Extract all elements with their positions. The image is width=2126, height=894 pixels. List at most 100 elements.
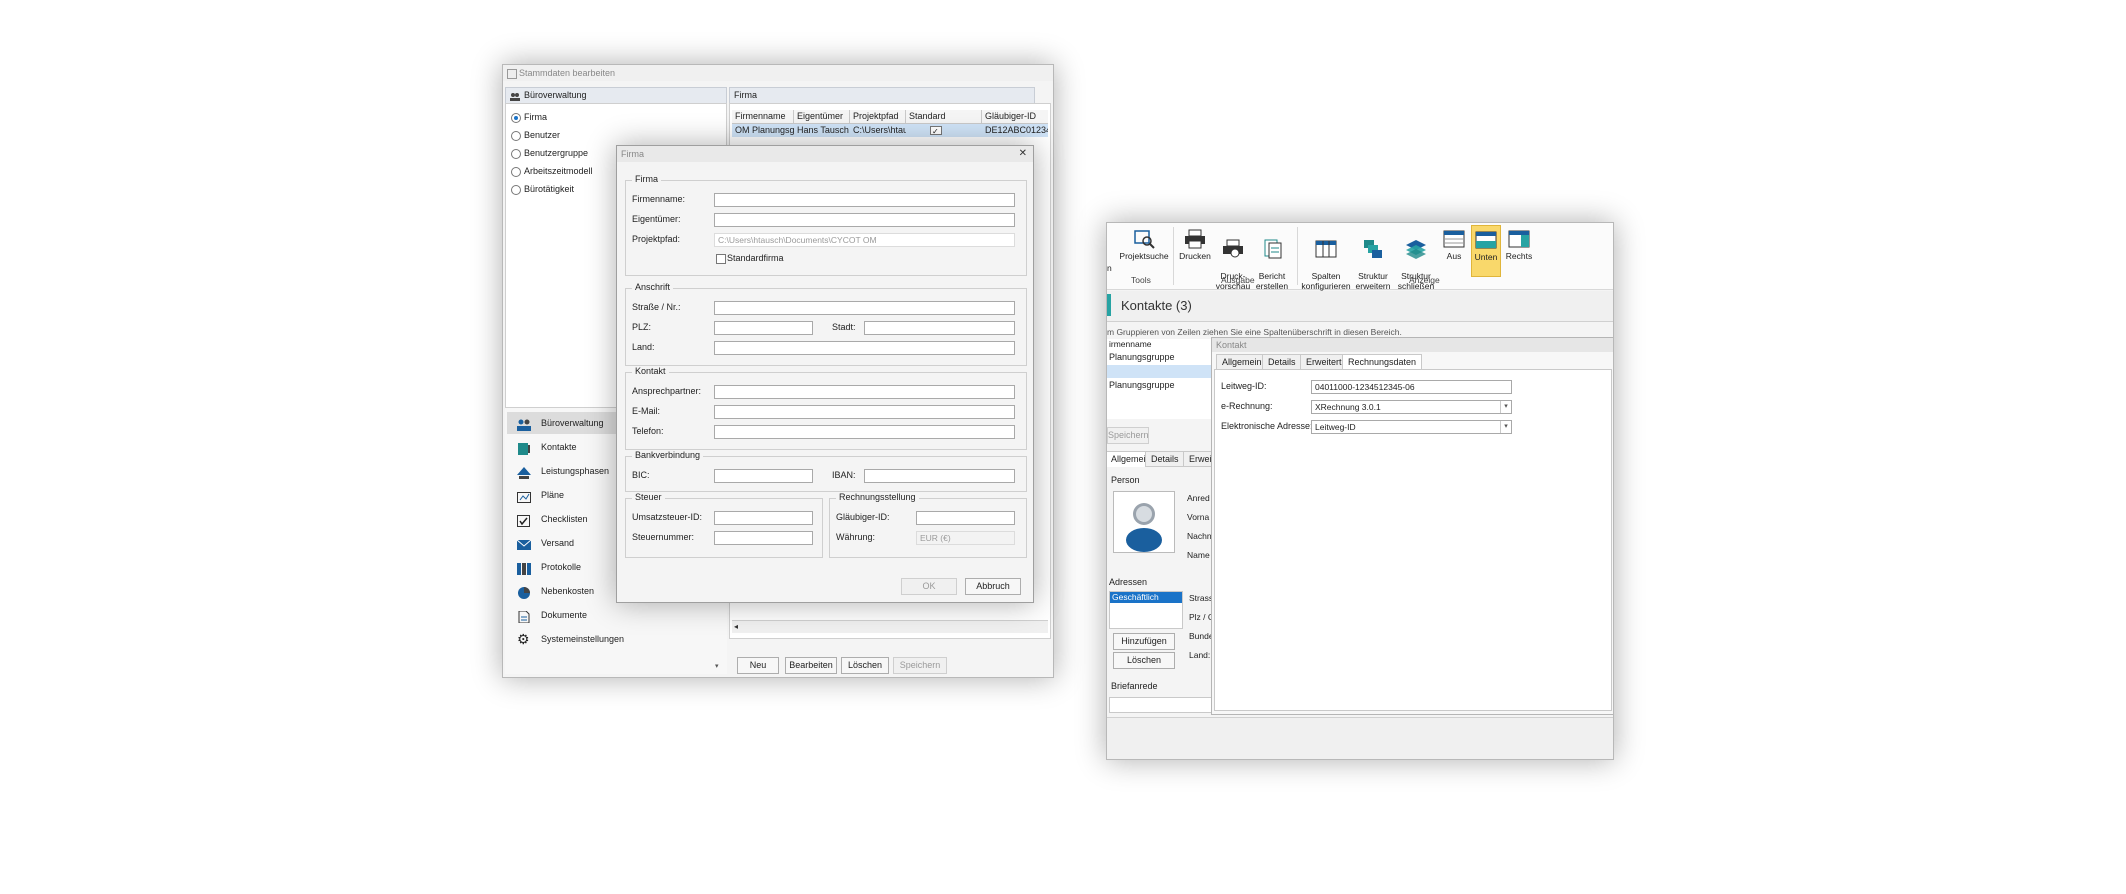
ribbon-label: Spalten konfigurieren bbox=[1301, 271, 1351, 291]
nav-item-dokumente[interactable]: Dokumente bbox=[507, 604, 725, 626]
window-title: Stammdaten bearbeiten bbox=[503, 65, 1053, 81]
elektronische-adresse-select[interactable]: Leitweg-ID ▾ bbox=[1311, 420, 1512, 434]
struktur-erweitern-button[interactable]: Struktur erweitern bbox=[1353, 223, 1393, 291]
table-header: Firmenname Eigentümer Projektpfad Standa… bbox=[732, 110, 1048, 124]
nav-overflow-arrow-icon[interactable]: ▾ bbox=[715, 662, 719, 670]
plans-icon bbox=[517, 489, 531, 503]
people-icon bbox=[517, 417, 531, 431]
nav-item-systemeinstellungen[interactable]: ⚙ Systemeinstellungen bbox=[507, 628, 725, 650]
close-icon[interactable]: ✕ bbox=[1019, 148, 1027, 159]
iban-input[interactable] bbox=[864, 469, 1015, 483]
waehrung-select[interactable]: EUR (€) bbox=[916, 531, 1015, 545]
abbruch-button[interactable]: Abbruch bbox=[965, 578, 1021, 595]
drucken-button[interactable]: Drucken bbox=[1177, 223, 1213, 287]
document-icon bbox=[517, 609, 531, 624]
plz-input[interactable] bbox=[714, 321, 813, 335]
strasse-label: Straße / Nr.: bbox=[632, 302, 681, 312]
grid-header[interactable]: irmenname bbox=[1109, 339, 1152, 349]
kontakte-window: n Projektsuche Tools Drucken Druck- vors… bbox=[1106, 222, 1614, 760]
chevron-down-icon[interactable]: ▾ bbox=[1500, 421, 1511, 433]
bic-input[interactable] bbox=[714, 469, 813, 483]
group-steuer: Steuer Umsatzsteuer-ID: Steuernummer: bbox=[625, 492, 823, 558]
group-firma: Firma Firmenname: Eigentümer: Projektpfa… bbox=[625, 174, 1027, 276]
ribbon-label: Rechts bbox=[1505, 251, 1533, 261]
layout-aus-button[interactable]: Aus bbox=[1439, 223, 1469, 287]
table-row[interactable]: Planungsgruppe bbox=[1107, 379, 1213, 392]
bericht-erstellen-button[interactable]: Bericht erstellen bbox=[1253, 223, 1291, 291]
col-firmenname[interactable]: Firmenname bbox=[732, 110, 794, 123]
ribbon-group-anzeige: Anzeige bbox=[1409, 275, 1440, 285]
list-item[interactable]: Geschäftlich bbox=[1110, 592, 1182, 603]
telefon-input[interactable] bbox=[714, 425, 1015, 439]
dialog-title: Firma bbox=[617, 146, 1033, 162]
ok-button[interactable]: OK bbox=[901, 578, 957, 595]
chevron-down-icon[interactable]: ▾ bbox=[1500, 401, 1511, 413]
radio-firma[interactable]: Firma bbox=[510, 110, 547, 124]
tab-kontakt-rechnungsdaten[interactable]: Rechnungsdaten bbox=[1342, 354, 1423, 370]
email-label: E-Mail: bbox=[632, 406, 661, 416]
horizontal-scrollbar[interactable]: ◂ bbox=[732, 620, 1048, 633]
table-row[interactable]: Planungsgruppe bbox=[1107, 351, 1213, 364]
table-row[interactable]: OM Planungsg Hans Tausch C:\Users\htau ✓… bbox=[732, 124, 1048, 137]
projektpfad-input[interactable]: C:\Users\htausch\Documents\CYCOT OM bbox=[714, 233, 1015, 247]
standardfirma-label[interactable]: Standardfirma bbox=[727, 253, 784, 263]
leitweg-input[interactable]: 04011000-1234512345-06 bbox=[1311, 380, 1512, 394]
layout-unten-button[interactable]: Unten bbox=[1471, 225, 1501, 277]
ansprechpartner-input[interactable] bbox=[714, 385, 1015, 399]
layout-bottom-icon bbox=[1475, 230, 1497, 250]
briefanrede-input[interactable] bbox=[1109, 697, 1215, 713]
eigentuemer-input[interactable] bbox=[714, 213, 1015, 227]
briefanrede-label: Briefanrede bbox=[1111, 681, 1158, 691]
layout-rechts-button[interactable]: Rechts bbox=[1503, 223, 1535, 287]
radio-benutzer[interactable]: Benutzer bbox=[510, 128, 560, 142]
col-eigentuemer[interactable]: Eigentümer bbox=[794, 110, 850, 123]
scroll-left-icon[interactable]: ◂ bbox=[734, 622, 738, 631]
firmenname-input[interactable] bbox=[714, 193, 1015, 207]
cell-standard-checkbox[interactable]: ✓ bbox=[930, 126, 942, 135]
tab-kontakt-allgemein[interactable]: Allgemein bbox=[1216, 354, 1268, 370]
table-row[interactable] bbox=[1107, 365, 1211, 378]
save-button[interactable]: Speichern bbox=[893, 657, 947, 674]
steuernummer-label: Steuernummer: bbox=[632, 532, 695, 542]
tab-kontakt-erweitert[interactable]: Erweitert bbox=[1300, 354, 1348, 370]
tab-details[interactable]: Details bbox=[1145, 451, 1185, 467]
nav-label: Kontakte bbox=[541, 442, 577, 452]
add-address-button[interactable]: Hinzufügen bbox=[1113, 633, 1175, 650]
glaeubiger-input[interactable] bbox=[916, 511, 1015, 525]
col-standard[interactable]: Standard bbox=[906, 110, 982, 123]
ribbon-label: Projektsuche bbox=[1119, 251, 1169, 261]
ribbon-separator bbox=[1297, 227, 1298, 285]
tab-kontakt-details[interactable]: Details bbox=[1262, 354, 1302, 370]
land-input[interactable] bbox=[714, 341, 1015, 355]
delete-button[interactable]: Löschen bbox=[841, 657, 889, 674]
radio-benutzergruppe[interactable]: Benutzergruppe bbox=[510, 146, 588, 160]
title-accent-bar bbox=[1107, 294, 1111, 316]
ribbon-cutoff-label: n bbox=[1107, 263, 1112, 273]
person-field-label: Nachn bbox=[1187, 531, 1212, 541]
layout-right-icon bbox=[1508, 229, 1530, 249]
spalten-konfigurieren-button[interactable]: Spalten konfigurieren bbox=[1301, 223, 1351, 291]
stadt-input[interactable] bbox=[864, 321, 1015, 335]
edit-button[interactable]: Bearbeiten bbox=[785, 657, 837, 674]
email-input[interactable] bbox=[714, 405, 1015, 419]
erechnung-select[interactable]: XRechnung 3.0.1 ▾ bbox=[1311, 400, 1512, 414]
col-glaeubiger-id[interactable]: Gläubiger-ID bbox=[982, 110, 1048, 123]
radio-buerotaetigkeit[interactable]: Bürotätigkeit bbox=[510, 182, 574, 196]
cell-projektpfad: C:\Users\htau bbox=[853, 125, 906, 135]
standardfirma-checkbox[interactable] bbox=[716, 254, 726, 264]
strasse-input[interactable] bbox=[714, 301, 1015, 315]
radio-arbeitszeitmodell[interactable]: Arbeitszeitmodell bbox=[510, 164, 593, 178]
ust-input[interactable] bbox=[714, 511, 813, 525]
left-panel-header: Büroverwaltung bbox=[505, 87, 727, 104]
avatar[interactable] bbox=[1113, 491, 1175, 553]
nav-label: Nebenkosten bbox=[541, 586, 595, 596]
col-projektpfad[interactable]: Projektpfad bbox=[850, 110, 906, 123]
people-icon bbox=[510, 91, 520, 101]
delete-address-button[interactable]: Löschen bbox=[1113, 652, 1175, 669]
new-button[interactable]: Neu bbox=[737, 657, 779, 674]
layout-off-icon bbox=[1443, 229, 1465, 249]
steuernummer-input[interactable] bbox=[714, 531, 813, 545]
group-title: Firma bbox=[632, 174, 661, 184]
save-button[interactable]: Speichern bbox=[1107, 427, 1149, 444]
cell-firmenname: OM Planungsg bbox=[735, 125, 794, 135]
